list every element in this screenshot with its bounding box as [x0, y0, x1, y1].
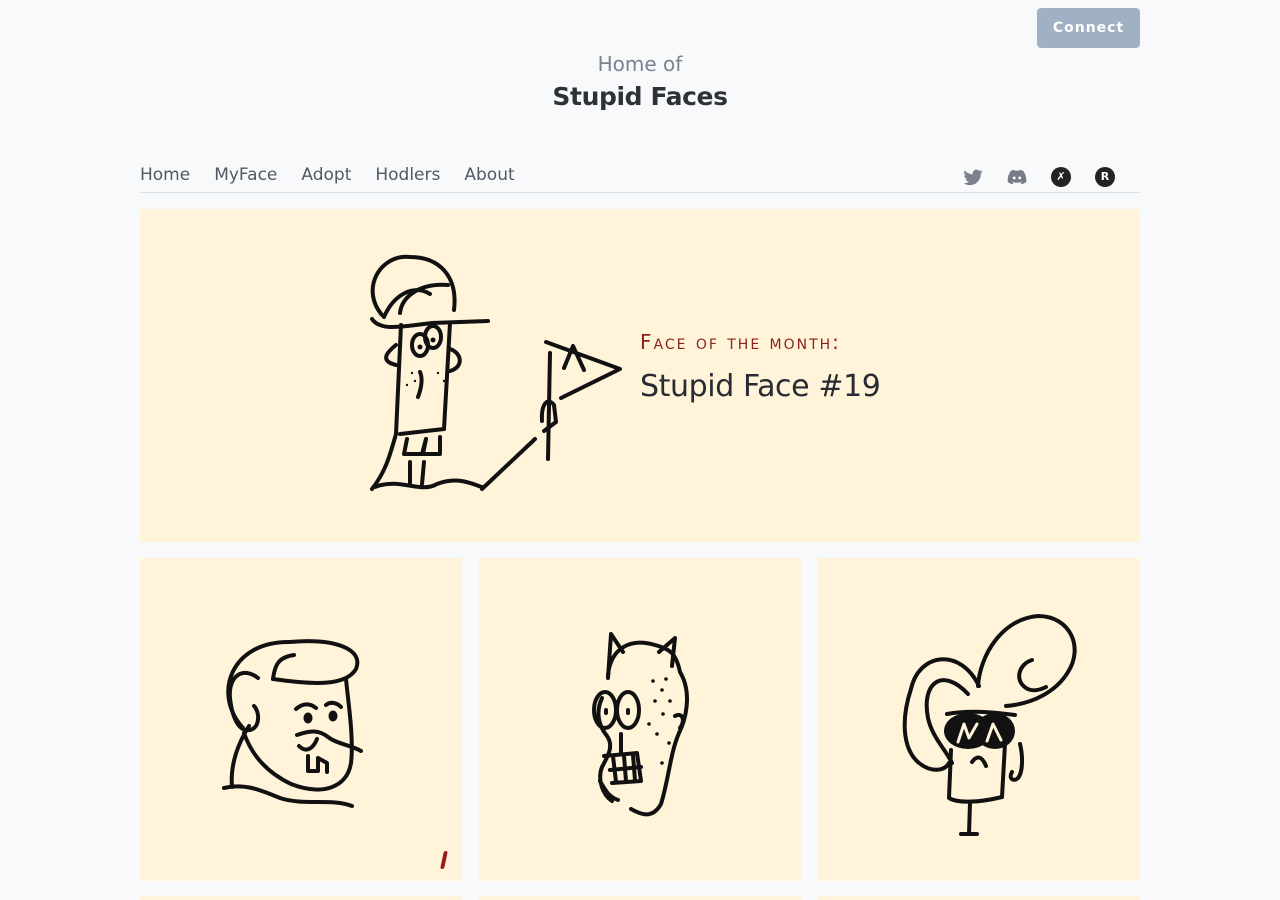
- nav-myface-link[interactable]: MyFace: [214, 164, 277, 186]
- rarity-link[interactable]: R: [1094, 166, 1116, 188]
- face-card[interactable]: [140, 558, 462, 881]
- brand-subtitle: Home of: [597, 52, 683, 76]
- nav-links: Home MyFace Adopt Hodlers About: [140, 164, 515, 186]
- discord-icon: [1007, 169, 1027, 185]
- page: Connect Home of Stupid Faces Home MyFace…: [0, 0, 1280, 900]
- nav-home-link[interactable]: Home: [140, 164, 190, 186]
- nav-item-about: About: [464, 164, 514, 186]
- nav-item-myface: MyFace: [214, 164, 277, 186]
- face-of-month-label: Face of the month:: [640, 330, 841, 354]
- sunglasses-face-illustration: [902, 614, 1077, 836]
- twitter-link[interactable]: [962, 166, 984, 188]
- rarity-r-icon: R: [1095, 167, 1115, 187]
- face-card[interactable]: [818, 558, 1140, 881]
- social-links: ✗ R: [962, 166, 1116, 188]
- nav-about-link[interactable]: About: [464, 164, 514, 186]
- monster-face-illustration: [592, 632, 689, 817]
- main-navigation: Home MyFace Adopt Hodlers About ✗ R: [140, 160, 1140, 193]
- rarible-x-icon: ✗: [1051, 167, 1071, 187]
- nav-hodlers-link[interactable]: Hodlers: [375, 164, 440, 186]
- gallery-next-row-card: [479, 896, 801, 900]
- discord-link[interactable]: [1006, 166, 1028, 188]
- twitter-icon: [963, 169, 983, 186]
- brand-title: Stupid Faces: [552, 82, 728, 111]
- nav-item-home: Home: [140, 164, 190, 186]
- face-of-month-illustration: [370, 254, 622, 491]
- nav-item-adopt: Adopt: [301, 164, 351, 186]
- nav-item-hodlers: Hodlers: [375, 164, 440, 186]
- moustache-face-illustration: [222, 639, 363, 808]
- gallery-next-row-card: [818, 896, 1140, 900]
- site-brand: Home of Stupid Faces: [0, 50, 1280, 112]
- x-token-link[interactable]: ✗: [1050, 166, 1072, 188]
- nav-adopt-link[interactable]: Adopt: [301, 164, 351, 186]
- gallery-next-row-card: [140, 896, 462, 900]
- face-of-month-hero: Face of the month: Stupid Face #19: [140, 209, 1140, 542]
- connect-button[interactable]: Connect: [1037, 8, 1140, 48]
- featured-face-title: Stupid Face #19: [640, 369, 881, 404]
- face-card[interactable]: [479, 558, 801, 881]
